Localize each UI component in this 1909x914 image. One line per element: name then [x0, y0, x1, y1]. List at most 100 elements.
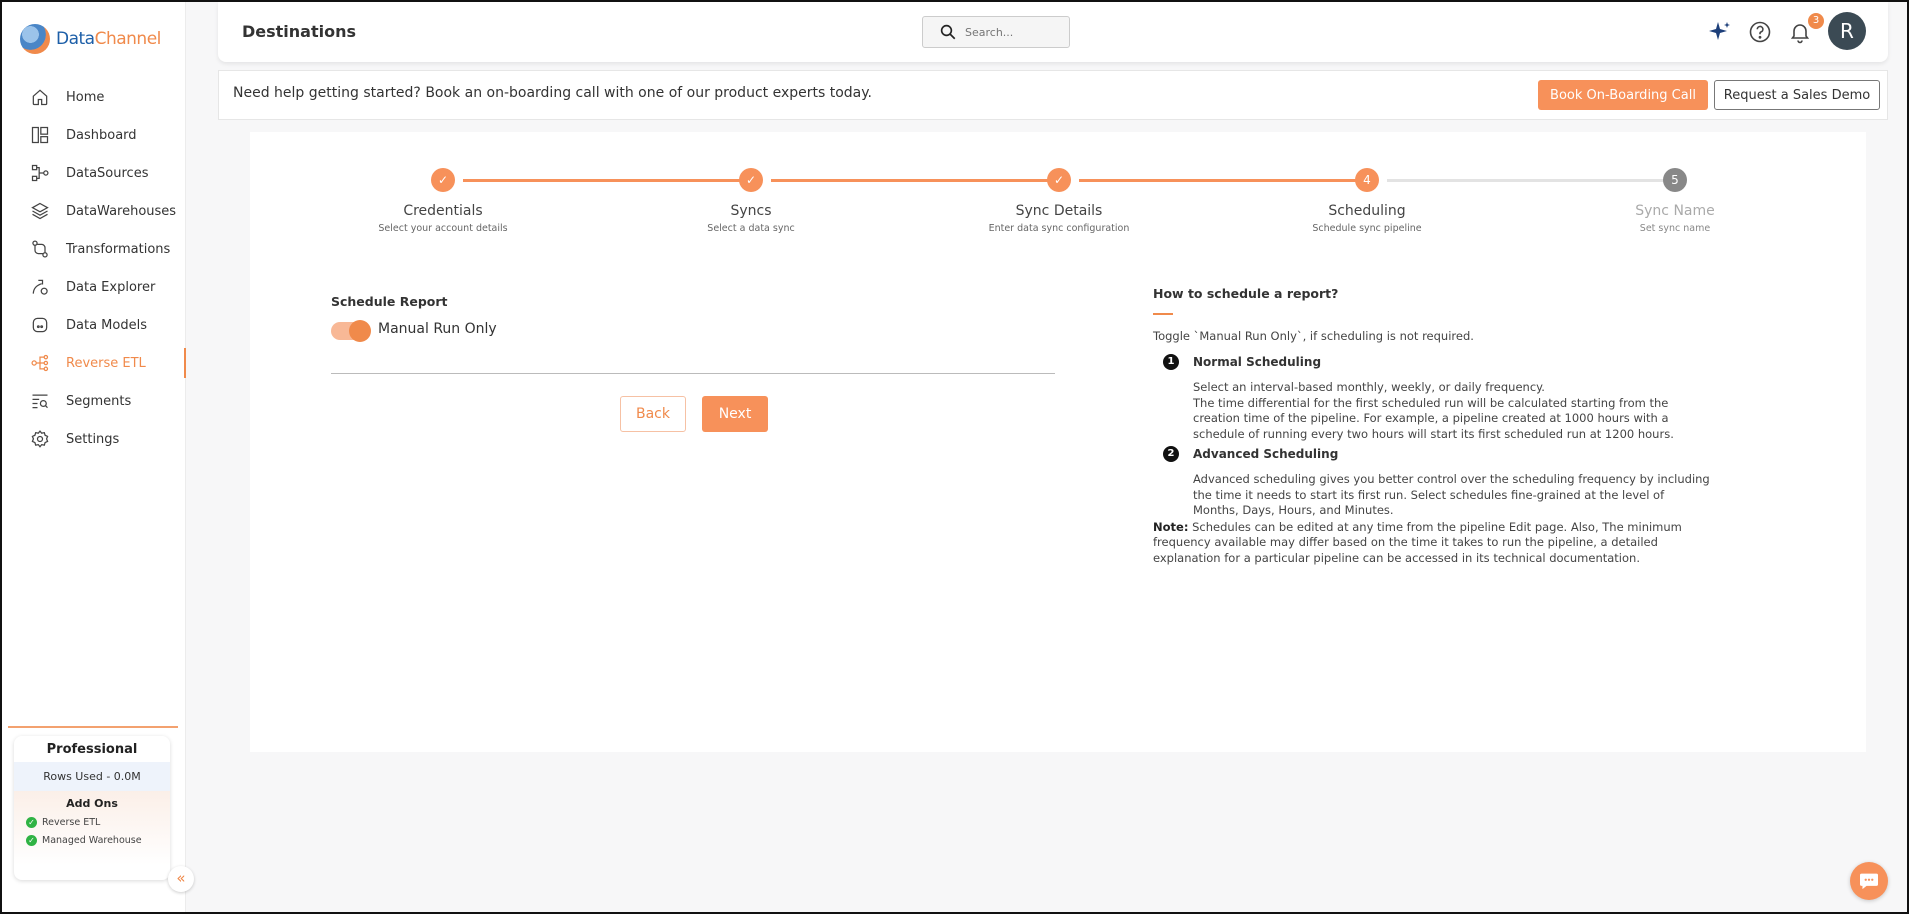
- search-icon: [940, 24, 956, 40]
- models-icon: [32, 317, 48, 333]
- request-sales-demo-button[interactable]: Request a Sales Demo: [1714, 80, 1880, 110]
- step-4-title: Scheduling: [1328, 203, 1406, 219]
- step-4-circle: 4: [1355, 168, 1379, 192]
- step-5-title: Sync Name: [1635, 203, 1715, 219]
- scheduling-help-panel: How to schedule a report? Toggle `Manual…: [1153, 286, 1713, 566]
- rows-used: Rows Used - 0.0M: [14, 762, 170, 791]
- step-1-circle[interactable]: ✓: [431, 168, 455, 192]
- check-icon: ✓: [745, 173, 757, 187]
- sidebar-item-label: Transformations: [66, 241, 171, 257]
- step-5-subtitle: Set sync name: [1639, 223, 1711, 234]
- sidebar-item-label: Home: [66, 89, 105, 105]
- brand-name: DataChannel: [56, 29, 161, 49]
- addons-section: Add Ons ✓ Reverse ETL ✓ Managed Warehous…: [14, 791, 170, 865]
- chat-widget-button[interactable]: [1850, 862, 1888, 900]
- top-header: Destinations 3 R: [218, 2, 1888, 62]
- user-avatar[interactable]: R: [1828, 12, 1866, 50]
- layers-icon: [31, 202, 49, 220]
- help-item-title: Advanced Scheduling: [1193, 447, 1339, 461]
- number-badge: 1: [1163, 354, 1179, 370]
- check-circle-icon: ✓: [26, 817, 37, 828]
- search-box[interactable]: [922, 16, 1070, 48]
- back-button[interactable]: Back: [620, 396, 686, 432]
- addon-item: ✓ Managed Warehouse: [14, 835, 170, 846]
- sidebar-item-label: Data Models: [66, 317, 147, 333]
- step-2-circle[interactable]: ✓: [739, 168, 763, 192]
- schedule-report-label: Schedule Report: [331, 294, 448, 309]
- number-badge: 2: [1163, 446, 1179, 462]
- sidebar-item-label: Settings: [66, 431, 120, 447]
- plan-title: Professional: [46, 742, 138, 757]
- help-icon[interactable]: [1748, 20, 1772, 44]
- reverse-etl-icon: [31, 354, 49, 372]
- sidebar-item-label: DataSources: [66, 165, 149, 181]
- step-connector: [1387, 179, 1670, 182]
- step-2-subtitle: Select a data sync: [707, 223, 795, 234]
- step-1-subtitle: Select your account details: [378, 223, 508, 234]
- sidebar: DataChannel Home Dashboard DataSources D…: [2, 2, 186, 912]
- manual-run-label: Manual Run Only: [378, 321, 497, 337]
- manual-run-toggle[interactable]: [331, 320, 371, 342]
- brand-logo[interactable]: DataChannel: [20, 24, 161, 54]
- step-3-circle[interactable]: ✓: [1047, 168, 1071, 192]
- help-note: Note: Schedules can be edited at any tim…: [1153, 519, 1682, 565]
- step-4-subtitle: Schedule sync pipeline: [1312, 223, 1422, 234]
- step-1-title: Credentials: [403, 203, 483, 219]
- plan-card: Professional Rows Used - 0.0M Add Ons ✓ …: [14, 736, 170, 880]
- sparkle-icon[interactable]: [1708, 20, 1732, 44]
- step-3-subtitle: Enter data sync configuration: [988, 223, 1130, 234]
- check-icon: ✓: [1053, 173, 1065, 187]
- transform-icon: [32, 240, 48, 258]
- check-icon: ✓: [437, 173, 449, 187]
- wizard-card: ✓ ✓ ✓ 4 5 Credentials Syncs Sync Details…: [250, 132, 1866, 752]
- chat-bubble-icon: [1860, 873, 1878, 890]
- step-connector: [1079, 179, 1362, 182]
- sidebar-item-reverse-etl[interactable]: Reverse ETL: [2, 344, 186, 382]
- sidebar-item-label: Dashboard: [66, 127, 137, 143]
- sidebar-item-label: Data Explorer: [66, 279, 156, 295]
- plan-divider: [8, 726, 178, 728]
- sidebar-item-datasources[interactable]: DataSources: [2, 154, 186, 192]
- sidebar-item-dashboard[interactable]: Dashboard: [2, 116, 186, 154]
- sidebar-item-data-models[interactable]: Data Models: [2, 306, 186, 344]
- step-connector: [463, 179, 746, 182]
- sidebar-item-datawarehouses[interactable]: DataWarehouses: [2, 192, 186, 230]
- next-button[interactable]: Next: [702, 396, 768, 432]
- segments-icon: [32, 394, 48, 409]
- toggle-knob: [349, 320, 371, 342]
- explorer-icon: [32, 279, 48, 295]
- step-2-title: Syncs: [730, 203, 772, 219]
- search-input[interactable]: [965, 25, 1055, 39]
- addons-title: Add Ons: [66, 797, 118, 810]
- page-title: Destinations: [242, 22, 357, 41]
- help-intro: Toggle `Manual Run Only`, if scheduling …: [1153, 329, 1474, 343]
- collapse-sidebar-button[interactable]: «: [168, 866, 194, 892]
- check-circle-icon: ✓: [26, 835, 37, 846]
- banner-text: Need help getting started? Book an on-bo…: [233, 85, 872, 101]
- help-accent-line: [1153, 313, 1173, 315]
- datasources-icon: [31, 164, 49, 182]
- step-5-circle: 5: [1663, 168, 1687, 192]
- form-divider: [331, 373, 1055, 374]
- brand-logo-icon: [20, 24, 50, 54]
- double-chevron-left-icon: «: [176, 869, 186, 887]
- home-icon: [32, 89, 48, 106]
- sidebar-item-data-explorer[interactable]: Data Explorer: [2, 268, 186, 306]
- wizard-stepper: ✓ ✓ ✓ 4 5 Credentials Syncs Sync Details…: [250, 168, 1866, 248]
- help-item-normal: 1 Normal Scheduling Select an interval-b…: [1153, 354, 1713, 442]
- help-item-advanced: 2 Advanced Scheduling Advanced schedulin…: [1153, 446, 1713, 519]
- help-title: How to schedule a report?: [1153, 286, 1339, 301]
- step-3-title: Sync Details: [1015, 203, 1103, 219]
- help-item-body: Select an interval-based monthly, weekly…: [1193, 380, 1674, 441]
- addon-item: ✓ Reverse ETL: [14, 817, 170, 828]
- onboarding-banner: Need help getting started? Book an on-bo…: [218, 70, 1888, 120]
- sidebar-item-home[interactable]: Home: [2, 78, 186, 116]
- sidebar-item-transformations[interactable]: Transformations: [2, 230, 186, 268]
- sidebar-item-segments[interactable]: Segments: [2, 382, 186, 420]
- book-onboarding-call-button[interactable]: Book On-Boarding Call: [1538, 80, 1708, 110]
- gear-icon: [31, 430, 49, 448]
- sidebar-nav: Home Dashboard DataSources DataWarehouse…: [2, 78, 186, 458]
- sidebar-item-label: Segments: [66, 393, 132, 409]
- sidebar-item-settings[interactable]: Settings: [2, 420, 186, 458]
- notification-badge: 3: [1808, 13, 1824, 29]
